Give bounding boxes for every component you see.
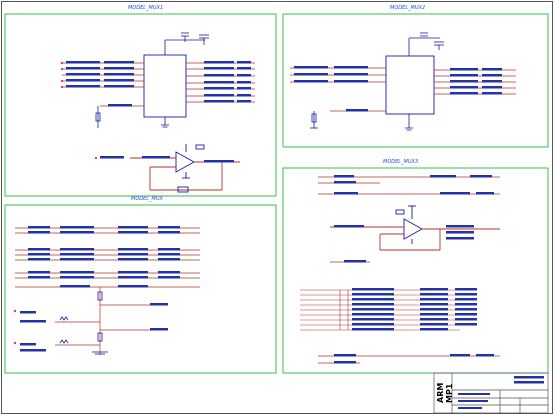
- mux1-ic: [143, 54, 187, 118]
- mux3-opamp: [330, 205, 500, 251]
- mux4-title: MODEL_MUX: [131, 196, 163, 202]
- mux3-frame: [282, 167, 549, 374]
- mux1-content: [60, 32, 255, 193]
- mux1-cap: [164, 32, 209, 55]
- mux1-frame: [4, 13, 277, 197]
- mux2-content: [290, 32, 516, 131]
- mux2-title: MODEL_MUX2: [390, 5, 426, 11]
- mux1-opamp: [130, 144, 240, 193]
- mux3-content: [300, 175, 500, 364]
- mux4-content: [13, 226, 200, 355]
- mux3-title: MODEL_MUX3: [383, 159, 419, 165]
- mux1-title: MODEL_MUX1: [128, 5, 164, 11]
- title-block-vertical-text: ARM MP1: [436, 382, 454, 404]
- mux4-frame: [4, 204, 277, 374]
- schematic-sheet: [1, 1, 553, 414]
- mux2-ic: [385, 55, 435, 115]
